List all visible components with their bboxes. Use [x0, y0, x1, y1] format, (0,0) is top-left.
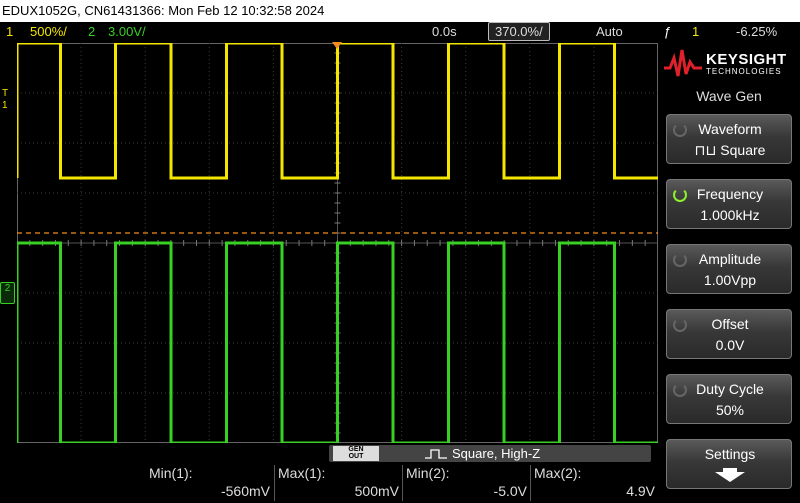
window-title: EDUX1052G, CN61431366: Mon Feb 12 10:32:…: [0, 0, 800, 22]
softkey-label: Duty Cycle: [696, 381, 764, 397]
softkey-duty-cycle[interactable]: Duty Cycle 50%: [666, 374, 792, 424]
softkey-value: 1.00Vpp: [703, 272, 757, 288]
softkey-value: 50%: [715, 402, 745, 418]
softkey-value: 0.0V: [715, 337, 745, 353]
measurement-label: Min(1):: [149, 465, 193, 481]
measurement-label: Min(2):: [406, 465, 450, 481]
softkey-label: Settings: [704, 446, 756, 462]
softkey-label: Waveform: [698, 121, 762, 137]
measurement-value: -560mV: [220, 483, 270, 499]
status-bar: 1 500%/ 2 3.00V/ 0.0s 370.0%/ Auto ƒ 1 -…: [0, 22, 800, 42]
softkey-offset[interactable]: Offset 0.0V: [666, 309, 792, 359]
menu-title: Wave Gen: [696, 88, 762, 104]
softkey-sidebar: KEYSIGHT TECHNOLOGIES Wave Gen Waveform …: [658, 42, 800, 503]
softkey-frequency[interactable]: Frequency 1.000kHz: [666, 179, 792, 229]
ch1-scale[interactable]: 500%/: [30, 22, 67, 42]
waveform-display[interactable]: [17, 43, 658, 443]
softkey-label: Frequency: [696, 186, 764, 202]
ch2-scale[interactable]: 3.00V/: [108, 22, 146, 42]
brand-sub: TECHNOLOGIES: [706, 67, 782, 76]
measurement-bar: Min(1): -560mV Max(1): 500mV Min(2): -5.…: [0, 463, 658, 503]
brand-name: KEYSIGHT: [706, 51, 787, 68]
wavegen-status-bar: GEN OUT Square, High-Z: [0, 443, 658, 463]
trigger-level-marker: T: [2, 88, 9, 99]
measurement-min-1[interactable]: Min(1): -560mV: [146, 463, 274, 503]
measurement-label: Max(1):: [278, 465, 326, 481]
ch1-ground-marker[interactable]: T 1: [2, 88, 8, 112]
down-arrow-icon: [715, 468, 745, 482]
measurement-label: Max(2):: [534, 465, 582, 481]
keysight-logo: KEYSIGHT TECHNOLOGIES: [658, 42, 800, 84]
measurement-max-2[interactable]: Max(2): 4.9V: [531, 463, 659, 503]
time-scale[interactable]: 370.0%/: [488, 22, 550, 41]
square-wave-icon: [425, 449, 447, 459]
trigger-edge-icon: ƒ: [664, 24, 672, 39]
measurement-value: 500mV: [354, 483, 399, 499]
softkey-value: 1.000kHz: [700, 207, 760, 223]
ch2-number[interactable]: 2: [88, 22, 95, 42]
ch1-number[interactable]: 1: [6, 22, 13, 42]
softkey-value: ⊓⊔ Square: [694, 142, 766, 158]
softkey-label: Amplitude: [698, 251, 762, 267]
softkey-waveform[interactable]: Waveform ⊓⊔ Square: [666, 114, 792, 164]
measurement-min-2[interactable]: Min(2): -5.0V: [403, 463, 531, 503]
ch1-trace: [17, 43, 658, 180]
softkey-amplitude[interactable]: Amplitude 1.00Vpp: [666, 244, 792, 294]
trigger-position-icon: [332, 42, 342, 49]
ch2-marker-label: 2: [4, 283, 11, 294]
trigger-source[interactable]: 1: [692, 22, 699, 42]
time-delay[interactable]: 0.0s: [432, 22, 457, 42]
gen-label: GEN: [348, 446, 364, 453]
softkey-label: Offset: [711, 316, 749, 332]
softkey-settings[interactable]: Settings: [666, 439, 792, 489]
ch2-ground-marker[interactable]: 2: [0, 282, 15, 304]
ch1-marker-label: 1: [2, 100, 8, 111]
trigger-level[interactable]: -6.25%: [736, 22, 777, 42]
wavegen-description: Square, High-Z: [452, 446, 541, 461]
gen-out-badge: GEN OUT: [333, 446, 379, 461]
out-label: OUT: [348, 453, 364, 460]
measurement-value: -5.0V: [493, 483, 527, 499]
measurement-value: 4.9V: [626, 483, 655, 499]
measurement-max-1[interactable]: Max(1): 500mV: [275, 463, 403, 503]
trigger-mode[interactable]: Auto: [596, 22, 623, 42]
keysight-wave-icon: [664, 49, 702, 77]
